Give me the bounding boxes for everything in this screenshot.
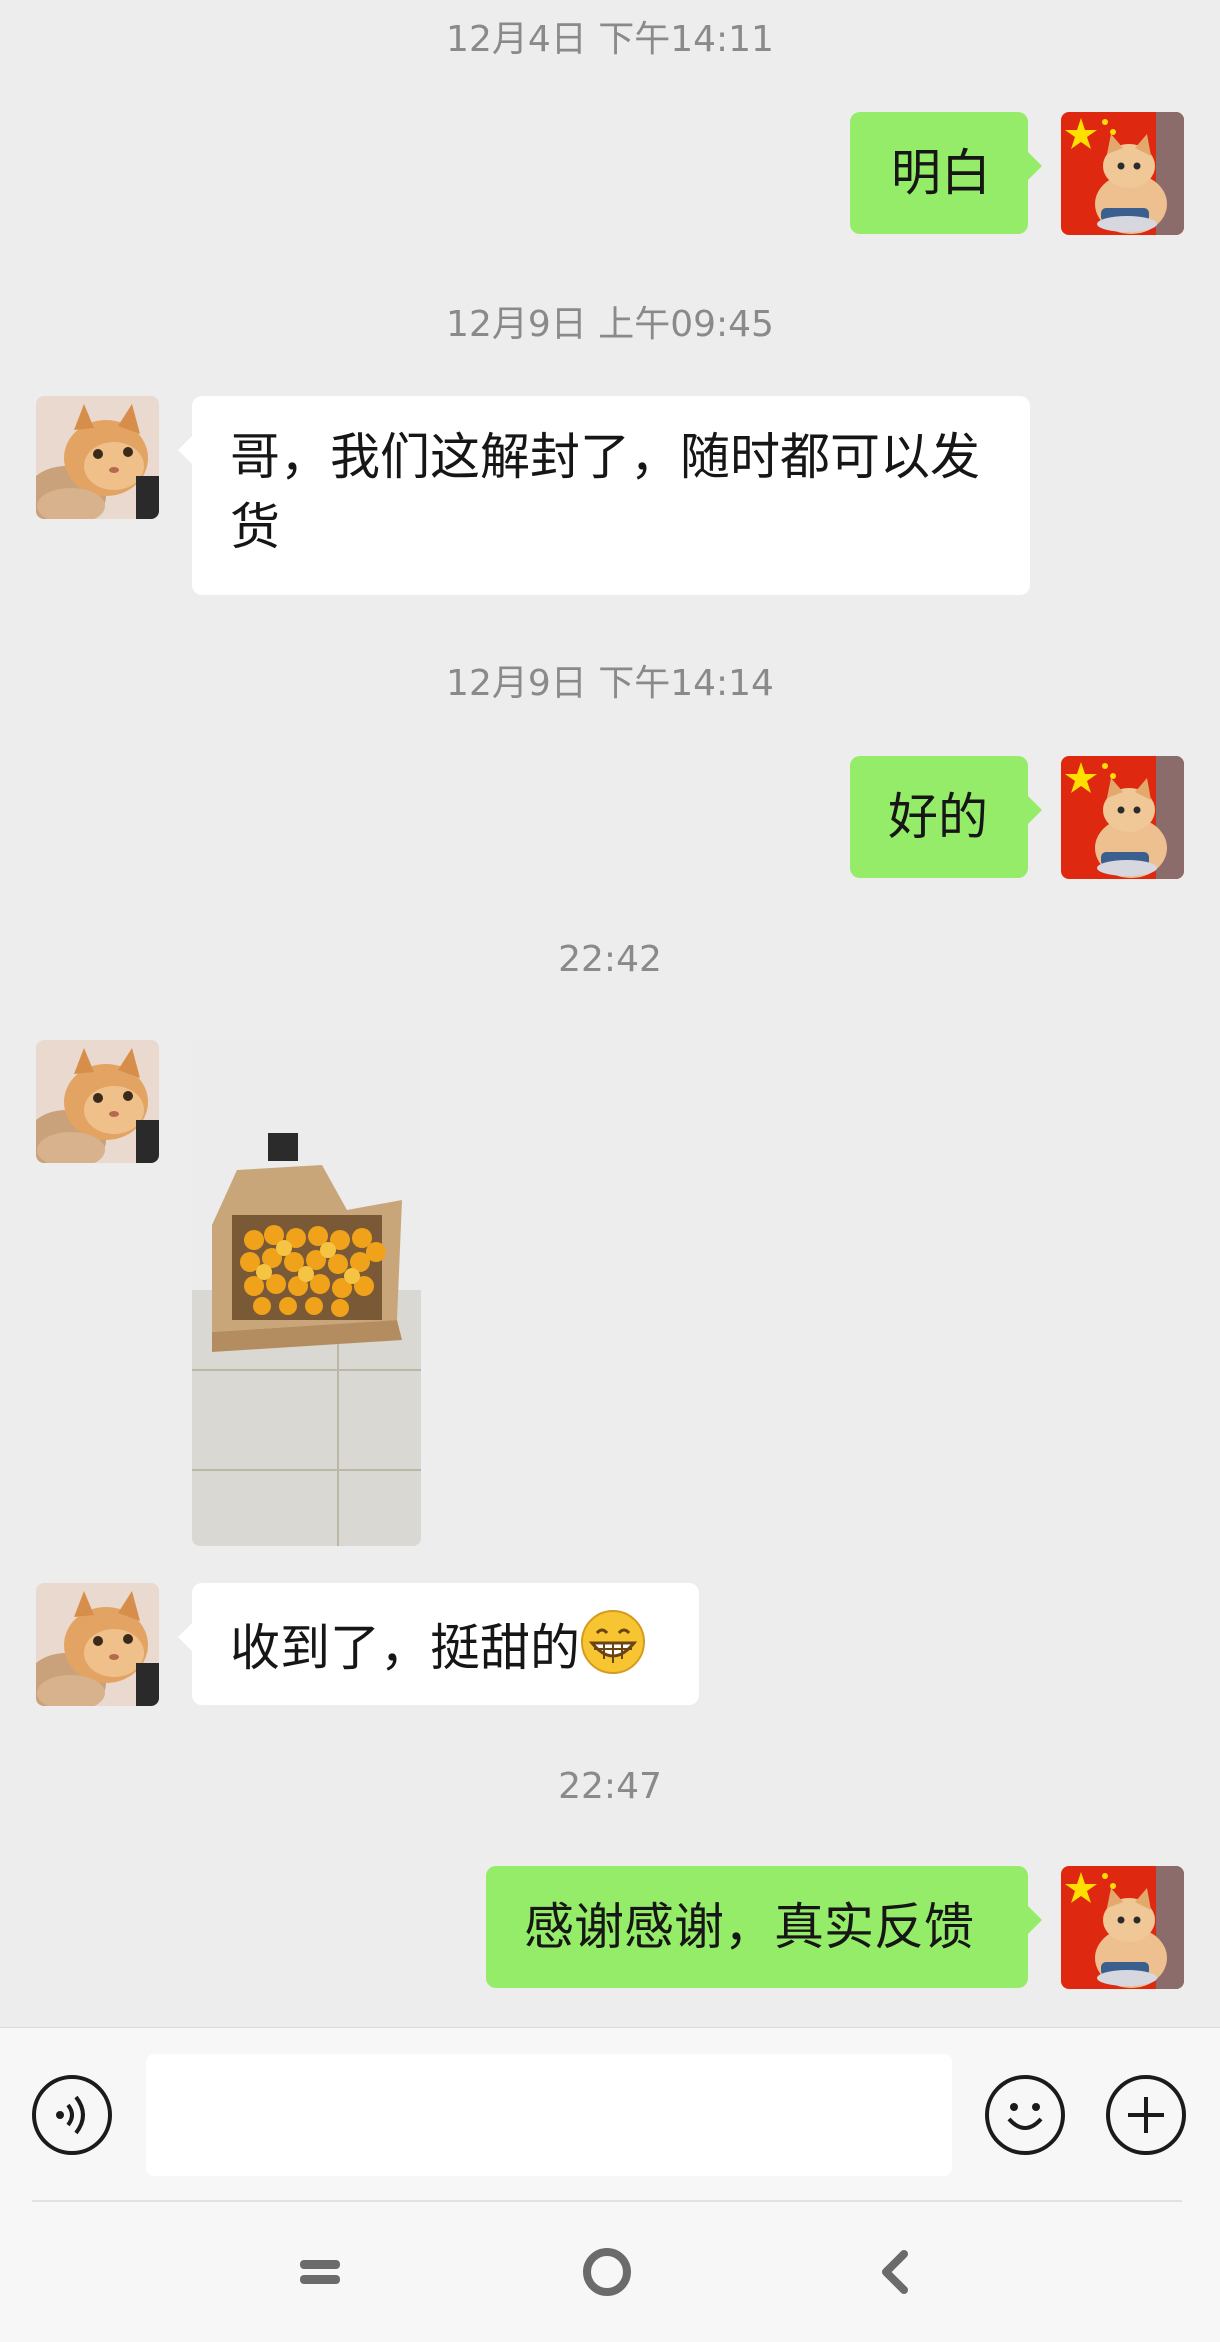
nav-home-button[interactable]: [577, 2242, 637, 2302]
message-incoming[interactable]: 收到了，挺甜的: [178, 1583, 699, 1705]
message-outgoing[interactable]: 好的: [850, 756, 1042, 878]
menu-icon: [300, 2260, 340, 2284]
self-avatar[interactable]: [1061, 756, 1184, 879]
voice-icon: [56, 2095, 85, 2135]
grin-emoji-icon: [581, 1610, 645, 1674]
input-bar: [0, 2027, 1220, 2204]
timestamp: 12月9日 上午09:45: [446, 304, 774, 345]
timestamp: 22:47: [558, 1766, 662, 1807]
nav-menu-button[interactable]: [290, 2242, 350, 2302]
plus-icon: [1128, 2097, 1164, 2133]
nav-back-button[interactable]: [866, 2242, 926, 2302]
contact-avatar[interactable]: [36, 1040, 159, 1163]
emoji-button[interactable]: [985, 2075, 1065, 2155]
emoji-icon: [1007, 2103, 1043, 2130]
chat-area[interactable]: 12月4日 下午14:11 明白 12月9日 上午09:45 哥，我们这解封了，…: [0, 0, 1220, 2027]
message-incoming[interactable]: 哥，我们这解封了，随时都可以发货: [178, 396, 1030, 595]
self-avatar[interactable]: [1061, 1866, 1184, 1989]
self-avatar[interactable]: [1061, 112, 1184, 235]
more-button[interactable]: [1106, 2075, 1186, 2155]
timestamp: 12月9日 下午14:14: [446, 663, 774, 704]
timestamp: 22:42: [558, 939, 662, 980]
message-outgoing[interactable]: 感谢感谢，真实反馈: [486, 1866, 1042, 1988]
contact-avatar[interactable]: [36, 396, 159, 519]
timestamp: 12月4日 下午14:11: [446, 19, 774, 60]
back-icon: [882, 2250, 908, 2294]
message-input[interactable]: [146, 2054, 952, 2176]
contact-avatar[interactable]: [36, 1583, 159, 1706]
message-text: 收到了，挺甜的: [230, 1619, 580, 1677]
home-icon: [583, 2248, 631, 2296]
message-outgoing[interactable]: 明白: [850, 112, 1042, 234]
voice-button[interactable]: [32, 2075, 112, 2155]
system-nav-bar: [0, 2202, 1220, 2342]
image-message-oranges-box[interactable]: [192, 1040, 421, 1546]
